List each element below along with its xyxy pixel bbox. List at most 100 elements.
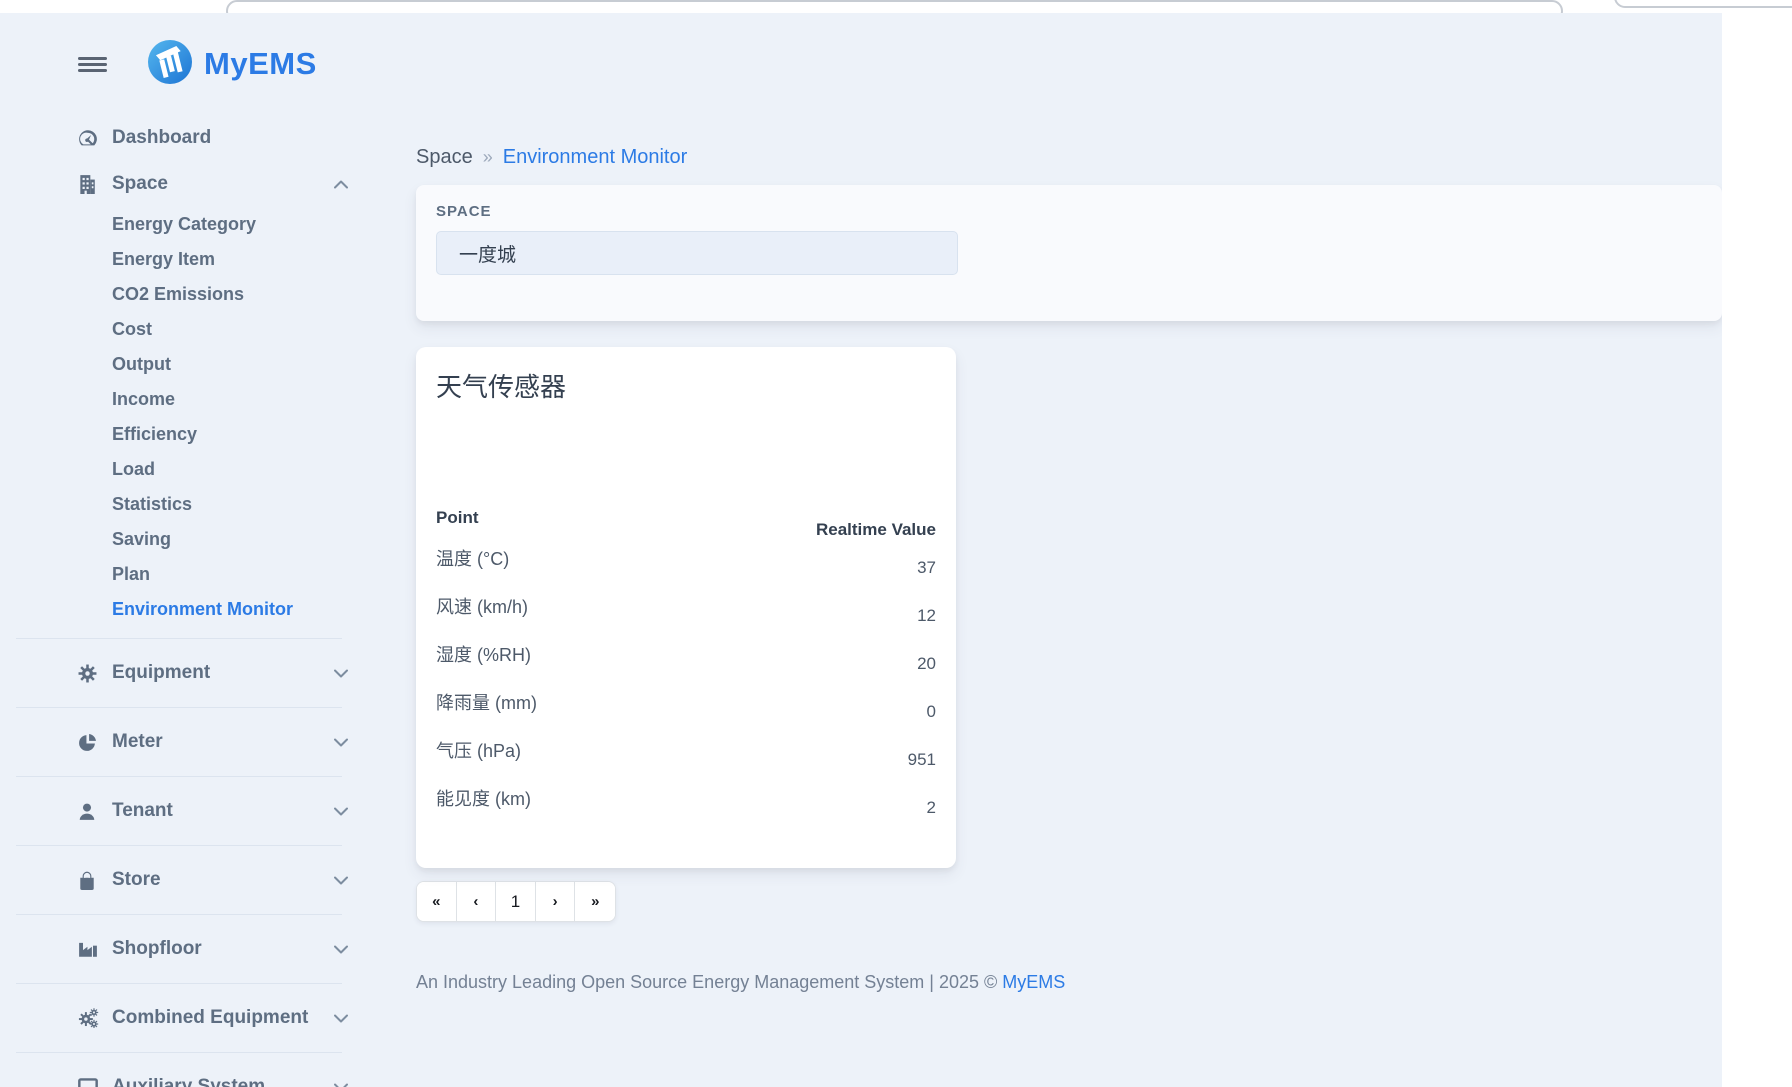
sidebar-item-label: Store <box>112 869 161 891</box>
space-panel-label: SPACE <box>436 203 1702 220</box>
point-label: 湿度 (%RH) <box>436 641 531 667</box>
realtime-table: Point Realtime Value 温度 (°C) 37 风速 (km/h… <box>436 508 936 830</box>
building-icon <box>78 174 104 194</box>
sidebar-item-label: Dashboard <box>112 127 211 149</box>
sidebar-divider <box>16 914 342 915</box>
footer: An Industry Leading Open Source Energy M… <box>416 972 1722 993</box>
sidebar-item-label: Auxiliary System <box>112 1076 265 1087</box>
myems-logo-text: MyEMS <box>204 46 317 82</box>
point-value: 20 <box>917 654 936 674</box>
sidebar-item-load[interactable]: Load <box>0 452 362 487</box>
pie-chart-icon <box>78 733 104 752</box>
table-row: 降雨量 (mm) 0 <box>436 686 936 734</box>
sidebar-item-space[interactable]: Space <box>0 161 362 207</box>
table-row: 气压 (hPa) 951 <box>436 734 936 782</box>
pagination-prev-button[interactable]: ‹ <box>457 882 497 921</box>
sub-label: Efficiency <box>112 424 197 445</box>
space-select-input[interactable] <box>436 231 958 275</box>
myems-logo[interactable]: MyEMS <box>146 38 317 91</box>
chevron-down-icon <box>334 1014 348 1023</box>
space-selector-panel: SPACE <box>416 185 1722 321</box>
sidebar-item-income[interactable]: Income <box>0 382 362 417</box>
app-root: MyEMS Dashboard <box>0 13 1722 1087</box>
chevron-down-icon <box>334 807 348 816</box>
gear-icon <box>78 664 104 683</box>
point-label: 降雨量 (mm) <box>436 689 537 715</box>
point-label: 气压 (hPa) <box>436 737 521 763</box>
point-value: 0 <box>927 702 936 722</box>
point-value: 37 <box>917 558 936 578</box>
footer-myems-link[interactable]: MyEMS <box>1002 972 1065 992</box>
point-value: 2 <box>927 798 936 818</box>
sub-label: Output <box>112 354 171 375</box>
chevron-down-icon <box>334 1083 348 1087</box>
weather-sensor-card: 天气传感器 Point Realtime Value 温度 (°C) 37 风速… <box>416 347 956 868</box>
sidebar-item-meter[interactable]: Meter <box>0 719 362 765</box>
column-header-realtime-value: Realtime Value <box>816 520 936 540</box>
breadcrumb-separator: » <box>483 147 493 168</box>
hamburger-menu-icon[interactable] <box>78 57 108 72</box>
sidebar-item-efficiency[interactable]: Efficiency <box>0 417 362 452</box>
table-row: 湿度 (%RH) 20 <box>436 638 936 686</box>
sidebar-item-energy-item[interactable]: Energy Item <box>0 242 362 277</box>
sidebar-item-store[interactable]: Store <box>0 857 362 903</box>
sub-label: Statistics <box>112 494 192 515</box>
table-row: 能见度 (km) 2 <box>436 782 936 830</box>
sub-label: Plan <box>112 564 150 585</box>
sidebar-item-co2-emissions[interactable]: CO2 Emissions <box>0 277 362 312</box>
point-label: 温度 (°C) <box>436 545 509 571</box>
sub-label: Energy Category <box>112 214 256 235</box>
sidebar-item-equipment[interactable]: Equipment <box>0 650 362 696</box>
chevron-down-icon <box>334 669 348 678</box>
main-content: Space » Environment Monitor SPACE 天气传感器 … <box>416 13 1722 993</box>
breadcrumb-environment-monitor[interactable]: Environment Monitor <box>503 146 688 169</box>
sidebar: MyEMS Dashboard <box>0 13 362 1087</box>
sidebar-divider <box>16 845 342 846</box>
sidebar-item-statistics[interactable]: Statistics <box>0 487 362 522</box>
double-gear-icon <box>78 1008 104 1028</box>
breadcrumb: Space » Environment Monitor <box>416 146 1722 169</box>
sidebar-item-output[interactable]: Output <box>0 347 362 382</box>
sidebar-item-environment-monitor[interactable]: Environment Monitor <box>0 592 362 627</box>
chevron-down-icon <box>334 876 348 885</box>
pagination-next-button[interactable]: › <box>536 882 576 921</box>
pagination-first-button[interactable]: « <box>417 882 457 921</box>
dashboard-gauge-icon <box>78 128 104 148</box>
point-label: 能见度 (km) <box>436 785 531 811</box>
sub-label: Load <box>112 459 155 480</box>
point-label: 风速 (km/h) <box>436 593 528 619</box>
point-value: 12 <box>917 606 936 626</box>
pagination-last-button[interactable]: » <box>575 882 615 921</box>
sensor-card-title: 天气传感器 <box>436 367 936 404</box>
sidebar-item-cost[interactable]: Cost <box>0 312 362 347</box>
sidebar-item-combined-equipment[interactable]: Combined Equipment <box>0 995 362 1041</box>
sidebar-item-auxiliary-system[interactable]: Auxiliary System <box>0 1064 362 1087</box>
sidebar-item-shopfloor[interactable]: Shopfloor <box>0 926 362 972</box>
sidebar-item-energy-category[interactable]: Energy Category <box>0 207 362 242</box>
pagination-page-1-button[interactable]: 1 <box>496 882 536 921</box>
sidebar-item-label: Space <box>112 173 168 195</box>
chevron-up-icon <box>334 180 348 189</box>
sub-label: Environment Monitor <box>112 599 293 620</box>
sidebar-divider <box>16 1052 342 1053</box>
shopping-bag-icon <box>78 871 104 890</box>
chevron-down-icon <box>334 738 348 747</box>
sidebar-item-label: Equipment <box>112 662 210 684</box>
sidebar-item-tenant[interactable]: Tenant <box>0 788 362 834</box>
browser-url-bar[interactable] <box>226 0 1563 13</box>
sidebar-divider <box>16 638 342 639</box>
sidebar-item-plan[interactable]: Plan <box>0 557 362 592</box>
chevron-down-icon <box>334 945 348 954</box>
browser-toolbar-fragment[interactable] <box>1614 0 1792 8</box>
breadcrumb-space[interactable]: Space <box>416 146 473 169</box>
column-header-point: Point <box>436 508 479 528</box>
myems-logo-icon <box>146 38 194 91</box>
sub-label: Energy Item <box>112 249 215 270</box>
person-icon <box>78 802 104 821</box>
sidebar-item-label: Meter <box>112 731 163 753</box>
browser-chrome-sliver <box>0 0 1792 13</box>
sub-label: Cost <box>112 319 152 340</box>
sidebar-item-dashboard[interactable]: Dashboard <box>0 115 362 161</box>
sidebar-item-saving[interactable]: Saving <box>0 522 362 557</box>
table-row: 风速 (km/h) 12 <box>436 590 936 638</box>
